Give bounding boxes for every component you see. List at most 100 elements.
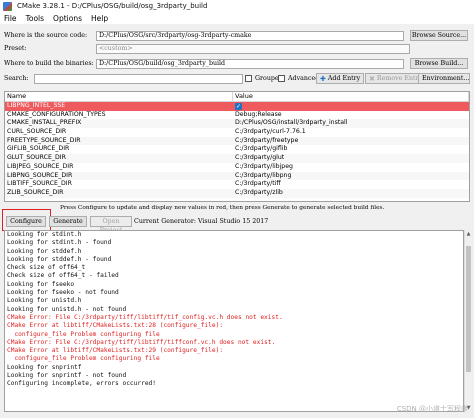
cell-value[interactable]: C:/3rdparty/giflib — [233, 145, 469, 154]
table-row[interactable]: CURL_SOURCE_DIR C:/3rdparty/curl-7.76.1 — [5, 128, 469, 137]
action-bar: Configure Generate Open Project Current … — [2, 209, 470, 234]
grouped-checkbox-box[interactable] — [245, 75, 252, 82]
cell-value[interactable]: Debug;Release — [233, 111, 469, 120]
remove-x-icon: ✖ — [369, 74, 375, 83]
add-entry-button[interactable]: ✚ Add Entry — [316, 73, 365, 84]
cell-name: FREETYPE_SOURCE_DIR — [7, 136, 81, 144]
menu-bar: File Tools Options Help — [0, 12, 474, 24]
build-row: Where to build the binaries: D:/CPlus/OS… — [4, 58, 470, 69]
log-line: Check size of off64_t — [7, 264, 86, 272]
log-line: Looking for stdint.h - found — [7, 239, 112, 247]
environment-label: Environment... — [422, 75, 470, 82]
configure-hint-text: Press Configure to update and display ne… — [60, 205, 385, 211]
table-row[interactable]: CMAKE_CONFIGURATION_TYPES Debug;Release — [5, 111, 469, 120]
log-line: Looking for fseeko - not found — [7, 289, 119, 297]
log-line: Check size of off64_t - failed — [7, 272, 119, 280]
cell-name: LIBPNG_INTEL_SSE — [7, 102, 66, 109]
error-log-line: configure_file Problem configuring file — [7, 330, 160, 338]
generate-button[interactable]: Generate — [49, 216, 87, 227]
menu-file[interactable]: File — [4, 14, 17, 23]
error-log-line: CMake Error: File C:/3rdparty/tiff/libti… — [7, 338, 276, 346]
table-row[interactable]: ZLIB_SOURCE_DIR C:/3rdparty/zlib — [5, 188, 469, 198]
source-row: Where is the source code: D:/CPlus/OSG/s… — [4, 30, 470, 41]
log-line: Looking for unistd.h - not found — [7, 305, 127, 313]
error-log-line: CMake Error at libtiff/CMakeLists.txt:28… — [7, 322, 224, 330]
column-header-name[interactable]: Name — [5, 92, 233, 101]
scrollbar-thumb[interactable] — [466, 246, 471, 372]
cell-value[interactable]: C:/3rdparty/tiff — [233, 180, 469, 189]
remove-entry-button[interactable]: ✖ Remove Entry — [365, 73, 427, 84]
menu-help[interactable]: Help — [91, 14, 108, 23]
preset-select[interactable]: <custom> — [96, 43, 410, 54]
column-header-value[interactable]: Value — [233, 92, 469, 101]
log-line: Looking for stddef.h - found — [7, 255, 112, 263]
log-line: Looking for unistd.h — [7, 297, 82, 305]
cmake-logo-icon — [3, 1, 12, 11]
window-title: CMake 3.28.1 - D:/CPlus/OSG/build/osg_3r… — [17, 2, 208, 10]
cell-name: LIBTIFF_SOURCE_DIR — [7, 180, 72, 188]
log-line: Looking for snprintf — [7, 363, 82, 371]
table-header: Name Value — [5, 92, 469, 102]
build-path-input[interactable]: D:/CPlus/OSG/build/osg_3rdparty_build — [96, 58, 404, 69]
cell-name: CMAKE_CONFIGURATION_TYPES — [7, 110, 106, 118]
search-label: Search: — [4, 75, 29, 82]
table-row[interactable]: LIBTIFF_SOURCE_DIR C:/3rdparty/tiff — [5, 180, 469, 189]
table-row[interactable]: GLUT_SOURCE_DIR C:/3rdparty/glut — [5, 154, 469, 163]
table-row[interactable]: CMAKE_INSTALL_PREFIX D:/CPlus/OSG/instal… — [5, 119, 469, 129]
log-line: Looking for stdint.h — [7, 231, 82, 238]
cell-name: GLUT_SOURCE_DIR — [7, 154, 66, 162]
cell-value[interactable]: C:/3rdparty/glut — [233, 154, 469, 163]
error-log-line: configure_file Problem configuring file — [7, 355, 160, 363]
cell-name: LIBJPEG_SOURCE_DIR — [7, 162, 74, 170]
log-line: Configuring incomplete, errors occurred! — [7, 380, 157, 388]
open-project-button[interactable]: Open Project — [90, 216, 132, 234]
current-generator-text: Current Generator: Visual Studio 15 2017 — [134, 218, 269, 225]
table-row[interactable]: FREETYPE_SOURCE_DIR C:/3rdparty/freetype — [5, 136, 469, 146]
table-row[interactable]: LIBPNG_SOURCE_DIR C:/3rdparty/libpng — [5, 171, 469, 181]
add-entry-label: Add Entry — [327, 75, 361, 82]
cell-value[interactable]: C:/3rdparty/libjpeg — [233, 163, 469, 172]
table-row[interactable]: LIBJPEG_SOURCE_DIR C:/3rdparty/libjpeg — [5, 163, 469, 172]
output-scrollbar[interactable]: ▲ ▼ — [464, 230, 471, 412]
browse-source-button[interactable]: Browse Source... — [410, 30, 468, 41]
cell-value[interactable]: C:/3rdparty/freetype — [233, 137, 469, 146]
cache-table: Name Value LIBPNG_INTEL_SSE ✓ CMAKE_CONF… — [4, 91, 470, 202]
checked-checkbox-icon[interactable]: ✓ — [235, 102, 242, 110]
log-line: Looking for stddef.h — [7, 247, 82, 255]
preset-row: Preset: <custom> — [4, 43, 470, 54]
advanced-checkbox[interactable]: Advanced — [278, 75, 319, 82]
log-line: Looking for snprintf - not found — [7, 372, 127, 380]
cell-name: GIFLIB_SOURCE_DIR — [7, 145, 70, 153]
cell-name: CURL_SOURCE_DIR — [7, 128, 67, 136]
log-line: Looking for fseeko — [7, 280, 75, 288]
configure-button[interactable]: Configure — [6, 216, 46, 227]
browse-build-button[interactable]: Browse Build... — [410, 58, 468, 69]
menu-options[interactable]: Options — [53, 14, 82, 23]
watermark-text: CSDN @小道士写程序 — [396, 405, 468, 413]
table-row[interactable]: LIBPNG_INTEL_SSE ✓ — [5, 102, 469, 111]
cell-name: LIBPNG_SOURCE_DIR — [7, 171, 73, 179]
output-log[interactable]: Looking for stdint.h Looking for stdint.… — [4, 230, 464, 412]
environment-button[interactable]: Environment... — [418, 73, 470, 84]
cell-value[interactable]: C:/3rdparty/zlib — [233, 189, 469, 198]
advanced-label: Advanced — [288, 75, 320, 82]
cell-value[interactable]: C:/3rdparty/libpng — [233, 172, 469, 181]
advanced-checkbox-box[interactable] — [278, 75, 285, 82]
plus-icon: ✚ — [320, 74, 326, 83]
preset-label: Preset: — [4, 45, 27, 52]
scroll-up-arrow-icon[interactable]: ▲ — [466, 231, 471, 237]
error-log-line: CMake Error at libtiff/CMakeLists.txt:29… — [7, 347, 224, 355]
build-label: Where to build the binaries: — [4, 60, 94, 67]
remove-entry-label: Remove Entry — [376, 75, 423, 82]
source-path-input[interactable]: D:/CPlus/OSG/src/3rdparty/osg-3rdparty-c… — [96, 30, 404, 41]
title-bar: CMake 3.28.1 - D:/CPlus/OSG/build/osg_3r… — [0, 0, 474, 12]
search-input[interactable] — [34, 74, 243, 84]
cell-value[interactable]: C:/3rdparty/curl-7.76.1 — [233, 128, 469, 137]
source-label: Where is the source code: — [4, 32, 88, 39]
menu-tools[interactable]: Tools — [26, 14, 44, 23]
search-row: Search: Grouped Advanced ✚ Add Entry ✖ R… — [4, 73, 470, 85]
table-row[interactable]: GIFLIB_SOURCE_DIR C:/3rdparty/giflib — [5, 145, 469, 154]
cell-name: ZLIB_SOURCE_DIR — [7, 188, 64, 196]
cell-name: CMAKE_INSTALL_PREFIX — [7, 119, 82, 127]
cell-value[interactable]: D:/CPlus/OSG/install/3rdparty_install — [233, 119, 469, 128]
